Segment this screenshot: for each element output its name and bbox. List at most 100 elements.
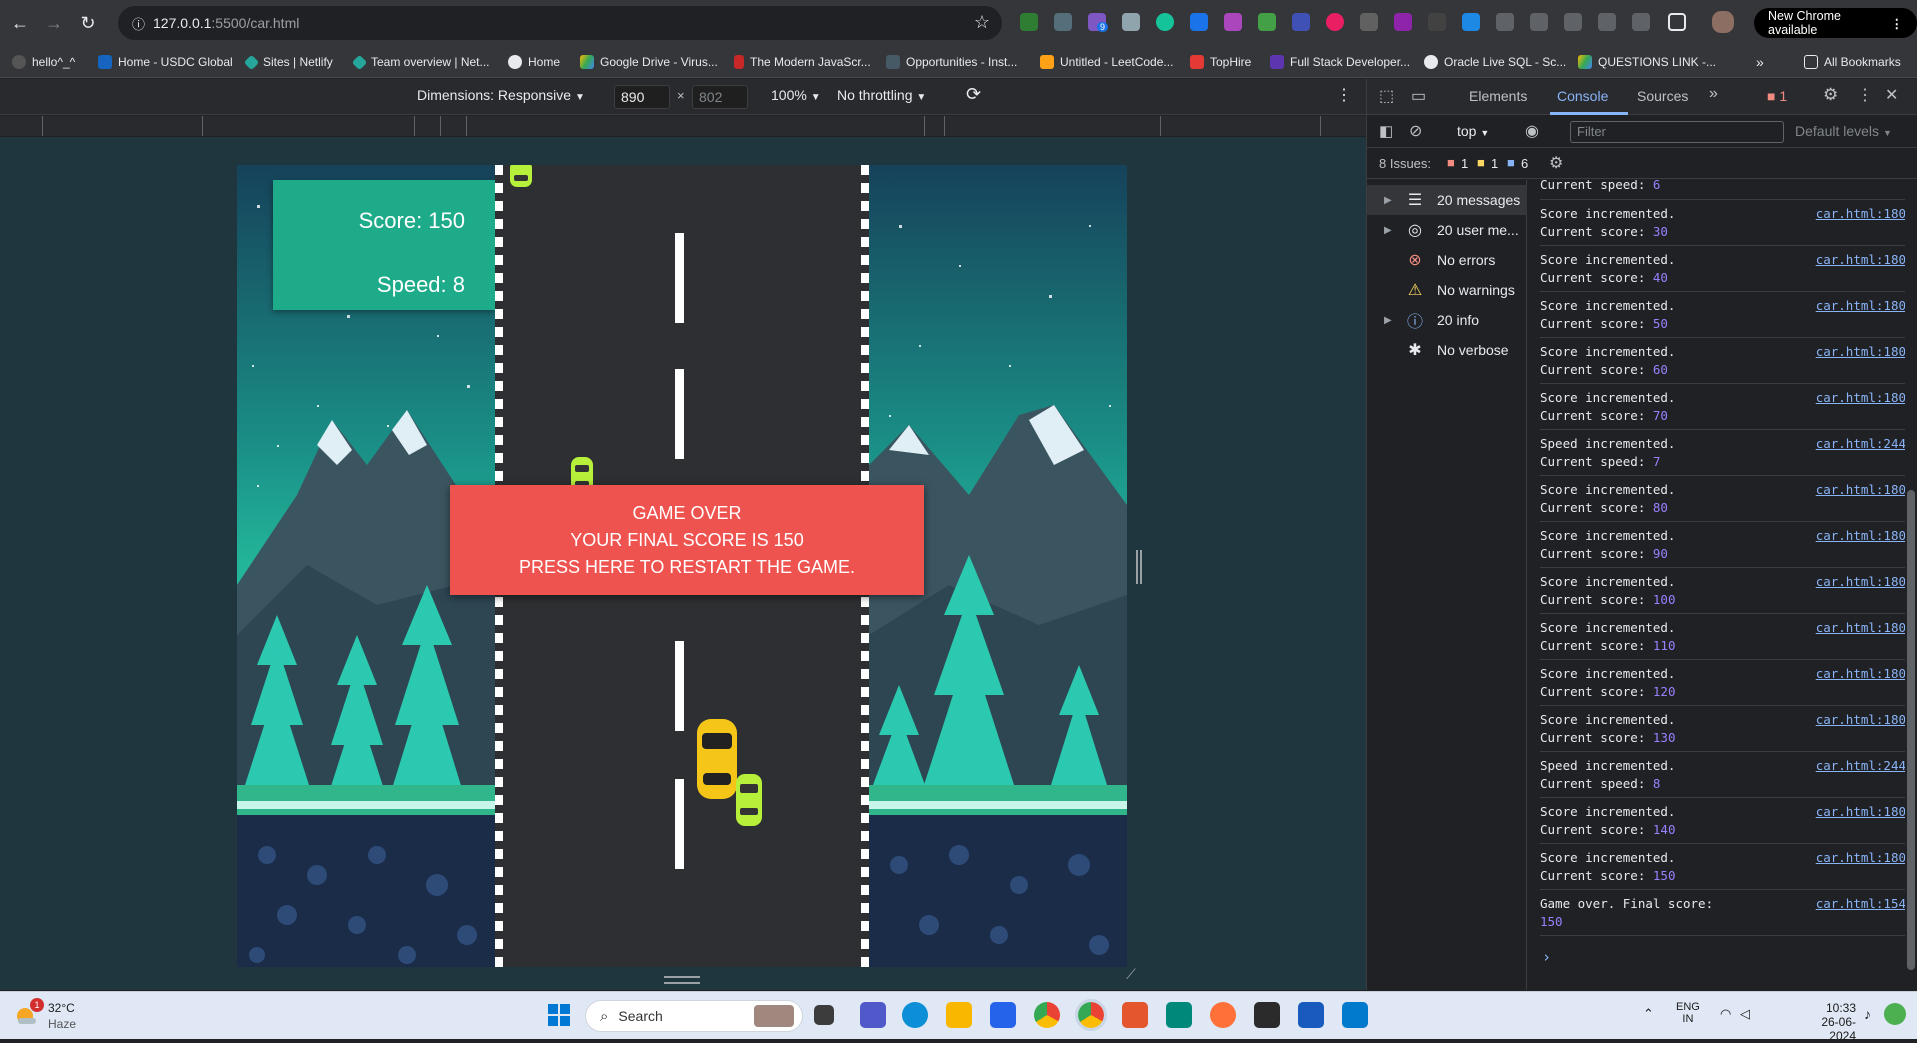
sidebar-item-messages[interactable]: ▶ ☰ 20 messages (1367, 185, 1527, 215)
source-link[interactable]: car.html:180 (1816, 803, 1906, 821)
more-options-icon[interactable]: ⋮ (1857, 85, 1873, 105)
source-link[interactable]: car.html:244 (1816, 435, 1906, 453)
grammarly-icon[interactable] (1156, 13, 1174, 31)
source-link[interactable]: car.html:244 (1816, 757, 1906, 775)
bookmark-item[interactable]: Oracle Live SQL - Sc... (1424, 52, 1566, 72)
source-link[interactable]: car.html:154 (1816, 895, 1906, 913)
clear-console-icon[interactable]: ⊘ (1409, 121, 1422, 141)
firefox-icon[interactable] (1210, 1002, 1236, 1028)
extension-icon[interactable] (1054, 13, 1072, 31)
bookmark-item[interactable]: Sites | Netlify (243, 52, 333, 72)
more-tabs-chevron-icon[interactable]: » (1709, 85, 1718, 103)
extension-icon[interactable] (1360, 13, 1378, 31)
bookmark-item[interactable]: Opportunities - Inst... (886, 52, 1017, 72)
bookmark-item[interactable]: Team overview | Net... (351, 52, 490, 72)
error-count-badge[interactable]: ■ 1 (1767, 88, 1787, 104)
extension-icon[interactable] (1462, 13, 1480, 31)
source-link[interactable]: car.html:180 (1816, 665, 1906, 683)
bookmark-item[interactable]: Home (508, 52, 560, 72)
more-options-icon[interactable]: ⋮ (1336, 85, 1352, 105)
console-prompt[interactable]: › (1542, 948, 1551, 966)
issues-settings-gear-icon[interactable]: ⚙ (1549, 153, 1563, 173)
tab-sources[interactable]: Sources (1637, 88, 1688, 104)
wifi-icon[interactable]: ◠ (1720, 1006, 1731, 1022)
clock[interactable]: 10:33 26-06-2024 (1808, 1001, 1856, 1043)
forward-arrow-icon[interactable]: → (40, 9, 68, 37)
extension-icon[interactable] (1598, 13, 1616, 31)
taskbar-search-box[interactable]: ⌕ Search (585, 1000, 803, 1032)
address-bar[interactable]: ⓘ 127.0.0.1:5500/car.html ☆ (118, 6, 1002, 40)
source-link[interactable]: car.html:180 (1816, 573, 1906, 591)
source-link[interactable]: car.html:180 (1816, 297, 1906, 315)
extension-icon[interactable] (1224, 13, 1242, 31)
source-link[interactable]: car.html:180 (1816, 481, 1906, 499)
source-link[interactable]: car.html:180 (1816, 527, 1906, 545)
chrome-icon[interactable] (1034, 1002, 1060, 1028)
zoom-dropdown[interactable]: 100% ▼ (771, 87, 821, 103)
bookmark-star-icon[interactable]: ☆ (974, 12, 990, 33)
windows-start-icon[interactable] (546, 1002, 572, 1028)
sidebar-toggle-icon[interactable]: ◧ (1379, 122, 1393, 140)
corner-resize-icon[interactable]: ⟋ (1126, 966, 1136, 983)
back-arrow-icon[interactable]: ← (6, 9, 34, 37)
notification-bell-icon[interactable]: ♪ (1864, 1006, 1871, 1022)
bookmark-item[interactable]: Full Stack Developer... (1270, 52, 1410, 72)
source-link[interactable]: car.html:180 (1816, 343, 1906, 361)
width-input[interactable]: 890 (614, 85, 670, 109)
rotate-icon[interactable]: ⟳ (966, 84, 981, 105)
new-chrome-available-button[interactable]: New Chrome available ⋮ (1754, 8, 1917, 38)
extension-icon[interactable] (1632, 13, 1650, 31)
source-link[interactable]: car.html:180 (1816, 711, 1906, 729)
sidebar-item-info[interactable]: ▶ ⓘ 20 info (1367, 305, 1527, 335)
chevron-up-icon[interactable]: ⌃ (1643, 1006, 1654, 1022)
extension-icon[interactable] (1564, 13, 1582, 31)
profile-avatar[interactable] (1712, 11, 1734, 33)
extension-icon[interactable] (1258, 13, 1276, 31)
site-info-icon[interactable]: ⓘ (132, 14, 145, 33)
source-link[interactable]: car.html:180 (1816, 849, 1906, 867)
close-icon[interactable]: ✕ (1885, 85, 1898, 105)
teams-icon[interactable] (860, 1002, 886, 1028)
download-icon[interactable] (1190, 13, 1208, 31)
sidebar-item-verbose[interactable]: ✱ No verbose (1367, 335, 1527, 365)
throttling-dropdown[interactable]: No throttling ▼ (837, 87, 926, 103)
tab-console[interactable]: Console (1557, 88, 1608, 104)
inspect-element-icon[interactable]: ⬚ (1379, 86, 1394, 106)
vscode-icon[interactable] (1342, 1002, 1368, 1028)
extension-icon[interactable] (1428, 13, 1446, 31)
extension-icon[interactable]: 9 (1088, 13, 1109, 32)
bookmark-item[interactable]: QUESTIONS LINK -... (1578, 52, 1716, 72)
scrollbar-thumb[interactable] (1907, 490, 1915, 970)
device-toggle-icon[interactable]: ▭ (1411, 86, 1426, 106)
extension-icon[interactable] (1530, 13, 1548, 31)
edge-icon[interactable] (902, 1002, 928, 1028)
log-levels-dropdown[interactable]: Default levels ▼ (1795, 123, 1892, 139)
source-link[interactable]: car.html:180 (1816, 389, 1906, 407)
task-view-icon[interactable] (814, 1005, 834, 1025)
filter-input[interactable]: Filter (1570, 121, 1784, 143)
dimensions-dropdown[interactable]: Dimensions: Responsive ▼ (417, 87, 585, 103)
extension-icon[interactable] (1020, 13, 1038, 31)
speaker-icon[interactable]: ◁ (1740, 1006, 1750, 1022)
brackets-icon[interactable] (1122, 1002, 1148, 1028)
source-link[interactable]: car.html:180 (1816, 205, 1906, 223)
source-link[interactable]: car.html:180 (1816, 619, 1906, 637)
extension-icon[interactable] (1292, 13, 1310, 31)
more-bookmarks-chevron-icon[interactable]: » (1756, 52, 1764, 72)
issues-bar[interactable]: 8 Issues: ■ 1 ■ 1 ■ 6 ⚙ (1367, 149, 1917, 179)
game-over-restart-button[interactable]: GAME OVER YOUR FINAL SCORE IS 150 PRESS … (450, 485, 924, 595)
settings-gear-icon[interactable]: ⚙ (1823, 85, 1838, 105)
tab-elements[interactable]: Elements (1469, 88, 1527, 104)
extension-icon[interactable] (1496, 13, 1514, 31)
extension-icon[interactable] (1326, 13, 1344, 31)
extension-icon[interactable] (1394, 13, 1412, 31)
language-indicator[interactable]: ENG IN (1676, 1001, 1700, 1025)
weather-icon[interactable]: 1 (14, 998, 44, 1028)
bookmark-item[interactable]: Untitled - LeetCode... (1040, 52, 1173, 72)
context-dropdown[interactable]: top ▼ (1457, 123, 1489, 139)
height-input[interactable]: 802 (692, 85, 748, 109)
store-icon[interactable] (990, 1002, 1016, 1028)
source-link[interactable]: car.html:180 (1816, 251, 1906, 269)
bookmark-item[interactable]: Home - USDC Global (98, 52, 233, 72)
game-canvas[interactable]: Score: 150 Speed: 8 GAME OVER YOUR FINAL… (237, 165, 1127, 967)
